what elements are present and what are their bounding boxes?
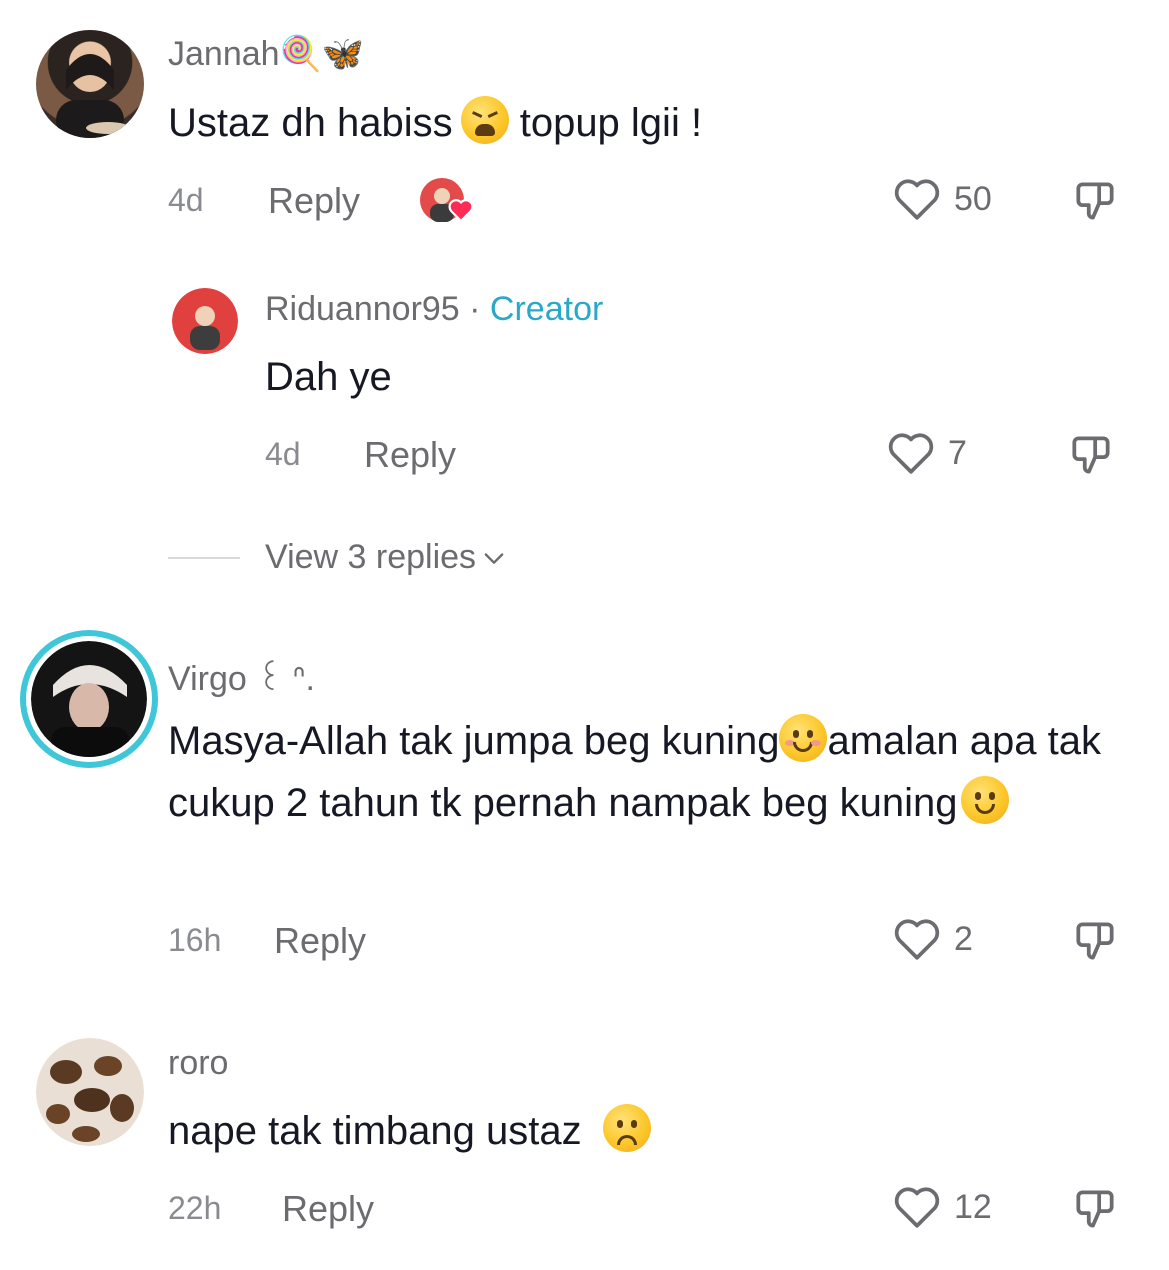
like-button[interactable]: 7 bbox=[886, 430, 967, 476]
dislike-button[interactable] bbox=[1070, 916, 1120, 971]
comment-text: Dah ye bbox=[265, 355, 392, 399]
comment-roro: roro nape tak timbang ustaz 22h Reply 12 bbox=[0, 1010, 1169, 1270]
avatar-story-ring[interactable] bbox=[20, 630, 158, 768]
avatar-photo bbox=[172, 288, 238, 354]
chevron-down-icon bbox=[484, 552, 504, 564]
view-replies-button[interactable]: View 3 replies bbox=[265, 538, 508, 577]
dislike-button[interactable] bbox=[1070, 1184, 1120, 1239]
comment-username[interactable]: Riduannor95 · Creator bbox=[265, 290, 603, 329]
like-count: 50 bbox=[954, 179, 992, 218]
comment-text: Ustaz dh habiss topup lgii ! bbox=[168, 92, 702, 154]
dislike-icon bbox=[1072, 436, 1110, 474]
reply-button[interactable]: Reply bbox=[268, 180, 360, 222]
view-replies-label: View 3 replies bbox=[265, 538, 477, 576]
like-count: 2 bbox=[954, 919, 973, 958]
comment-time: 4d bbox=[168, 182, 204, 218]
avatar[interactable] bbox=[36, 1038, 144, 1146]
comment-text: nape tak timbang ustaz bbox=[168, 1100, 651, 1162]
reply-riduannor95: Riduannor95 · Creator Dah ye 4d Reply 7 bbox=[0, 250, 1169, 490]
avatar-photo bbox=[31, 641, 147, 757]
dislike-button[interactable] bbox=[1066, 430, 1116, 485]
comment-time: 22h bbox=[168, 1190, 222, 1226]
comment-virgo: Virgo ꒰ ᐢ. Masya-Allah tak jumpa beg kun… bbox=[0, 620, 1169, 1000]
comment-username[interactable]: Virgo ꒰ ᐢ. bbox=[168, 654, 315, 699]
creator-badge: Creator bbox=[489, 290, 604, 328]
dislike-icon bbox=[1076, 182, 1114, 220]
like-count: 12 bbox=[954, 1187, 992, 1226]
avatar-photo bbox=[56, 52, 130, 138]
like-button[interactable]: 2 bbox=[892, 916, 973, 962]
reply-button[interactable]: Reply bbox=[364, 434, 456, 476]
creator-liked-badge bbox=[418, 176, 474, 226]
username-text: roro bbox=[168, 1044, 229, 1082]
comment-time: 16h bbox=[168, 922, 222, 958]
slightly-smiling-face-emoji bbox=[961, 776, 1010, 824]
frowning-face-emoji bbox=[602, 1104, 651, 1152]
comment-text-part: topup lgii ! bbox=[508, 101, 703, 145]
comment-text-part: Masya-Allah tak jumpa beg kuning bbox=[168, 719, 780, 763]
avatar[interactable] bbox=[36, 30, 144, 138]
smiling-face-emoji bbox=[779, 714, 828, 762]
avatar-photo bbox=[36, 1038, 144, 1146]
like-button[interactable]: 12 bbox=[892, 1184, 992, 1230]
like-count: 7 bbox=[948, 433, 967, 472]
avatar[interactable] bbox=[172, 288, 238, 354]
heart-outline-icon bbox=[894, 1187, 940, 1228]
username-text: Riduannor95 bbox=[265, 290, 460, 328]
view-replies-divider bbox=[168, 557, 240, 559]
comment-username[interactable]: roro bbox=[168, 1044, 228, 1083]
separator: · bbox=[459, 290, 490, 328]
comment-time: 4d bbox=[265, 436, 301, 472]
heart-outline-icon bbox=[888, 433, 934, 474]
comment-jannah: Jannah🍭🦋 Ustaz dh habiss topup lgii ! 4d… bbox=[0, 0, 1169, 250]
heart-filled-icon bbox=[448, 199, 474, 222]
comment-text-part: nape tak timbang ustaz bbox=[168, 1109, 593, 1153]
tired-face-emoji bbox=[460, 96, 509, 144]
reply-button[interactable]: Reply bbox=[282, 1188, 374, 1230]
like-button[interactable]: 50 bbox=[892, 176, 992, 222]
heart-outline-icon bbox=[894, 179, 940, 220]
username-text: Jannah bbox=[168, 35, 280, 73]
comment-text-part: Ustaz dh habiss bbox=[168, 101, 453, 145]
dislike-button[interactable] bbox=[1070, 176, 1120, 231]
dislike-icon bbox=[1076, 922, 1114, 960]
comment-text: Masya-Allah tak jumpa beg kuning amalan a… bbox=[168, 710, 1138, 834]
username-emoji: 🍭🦋 bbox=[279, 35, 365, 73]
comment-username[interactable]: Jannah🍭🦋 bbox=[168, 34, 364, 74]
heart-outline-icon bbox=[894, 919, 940, 960]
dislike-icon bbox=[1076, 1190, 1114, 1228]
reply-button[interactable]: Reply bbox=[274, 920, 366, 962]
